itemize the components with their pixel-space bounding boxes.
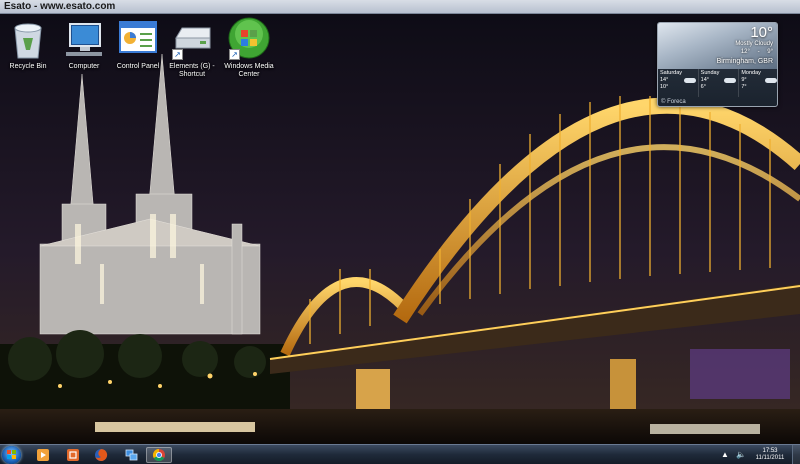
recycle-bin-icon xyxy=(6,16,50,60)
forecast-day: Monday 9° 7° xyxy=(739,69,777,97)
shortcut-arrow-icon: ↗ xyxy=(172,49,183,60)
media-player-icon xyxy=(37,449,49,461)
firefox-icon xyxy=(95,448,108,461)
computer-icon xyxy=(62,16,106,60)
desktop-icon-label: Computer xyxy=(68,63,100,70)
chrome-icon xyxy=(152,449,165,462)
desktop-icon-label: Windows Media Center xyxy=(224,63,274,78)
clock-time: 17:53 xyxy=(762,448,778,454)
desktop-icon-elements-shortcut[interactable]: ↗ Elements (G) - Shortcut xyxy=(164,16,220,79)
weather-location: Birmingham, GBR xyxy=(716,58,773,65)
show-desktop-button[interactable] xyxy=(792,445,800,464)
clock[interactable]: 17:53 11/11/2011 xyxy=(752,448,788,462)
taskbar: ▲ 🔈 17:53 11/11/2011 xyxy=(0,444,800,464)
taskbar-firefox[interactable] xyxy=(90,447,112,463)
desktop-icon-recycle-bin[interactable]: Recycle Bin xyxy=(0,16,56,71)
taskbar-smilebox[interactable] xyxy=(62,447,84,463)
cloud-icon xyxy=(724,78,737,83)
volume-icon[interactable]: 🔈 xyxy=(736,450,746,460)
desktop-icon-computer[interactable]: Computer xyxy=(56,16,112,71)
cloud-icon xyxy=(683,78,696,83)
watermark-bar: Esato - www.esato.com xyxy=(0,0,800,14)
start-button[interactable] xyxy=(2,446,21,464)
weather-forecast: Saturday 14° 10° Sunday 14° 6° Monday 9°… xyxy=(658,69,777,97)
watermark-text: Esato - www.esato.com xyxy=(4,1,116,12)
forecast-low: 6° xyxy=(700,84,706,90)
cloud-icon xyxy=(765,78,777,83)
weather-source[interactable]: © Foreca xyxy=(661,99,686,105)
weather-hilo: 12° - 9° xyxy=(740,49,773,55)
forecast-day-name: Saturday xyxy=(660,70,683,76)
system-tray: ▲ 🔈 17:53 11/11/2011 xyxy=(720,445,800,464)
clock-date: 11/11/2011 xyxy=(755,455,785,461)
taskbar-network[interactable] xyxy=(120,447,142,463)
shortcut-arrow-icon: ↗ xyxy=(229,49,240,60)
windows-logo-icon xyxy=(7,450,16,459)
drive-icon: ↗ xyxy=(170,16,214,60)
media-center-icon: ↗ xyxy=(227,16,271,60)
desktop-icon-label: Recycle Bin xyxy=(9,63,47,70)
desktop-icon-media-center[interactable]: ↗ Windows Media Center xyxy=(221,16,277,79)
network-icon xyxy=(125,449,138,461)
weather-gadget[interactable]: 10° Mostly Cloudy 12° - 9° Birmingham, G… xyxy=(657,22,778,107)
forecast-low: 7° xyxy=(741,84,747,90)
taskbar-media-player[interactable] xyxy=(32,447,54,463)
control-panel-icon xyxy=(116,16,160,60)
smilebox-icon xyxy=(67,449,79,461)
weather-temperature: 10° xyxy=(750,24,773,41)
desktop-icon-control-panel[interactable]: Control Panel xyxy=(110,16,166,71)
show-hidden-icons-icon[interactable]: ▲ xyxy=(720,450,730,460)
forecast-high: 14° xyxy=(700,77,709,83)
forecast-day: Sunday 14° 6° xyxy=(699,69,740,97)
forecast-day-name: Sunday xyxy=(700,70,720,76)
forecast-day-name: Monday xyxy=(741,70,761,76)
forecast-high: 14° xyxy=(660,77,669,83)
forecast-day: Saturday 14° 10° xyxy=(658,69,699,97)
weather-condition: Mostly Cloudy xyxy=(735,41,773,47)
forecast-high: 9° xyxy=(741,77,747,83)
desktop-icon-label: Control Panel xyxy=(116,63,160,70)
desktop-icon-label: Elements (G) - Shortcut xyxy=(169,63,215,78)
taskbar-chrome[interactable] xyxy=(146,447,172,463)
forecast-low: 10° xyxy=(660,84,669,90)
